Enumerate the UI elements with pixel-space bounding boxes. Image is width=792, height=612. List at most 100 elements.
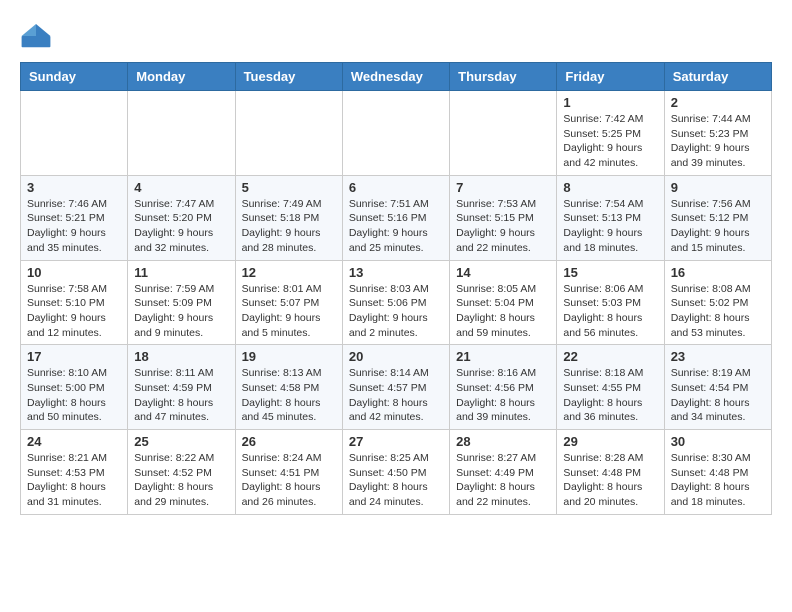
calendar-week: 10 Sunrise: 7:58 AM Sunset: 5:10 PM Dayli… xyxy=(21,260,772,345)
day-number: 10 xyxy=(27,265,121,280)
calendar-cell: 12 Sunrise: 8:01 AM Sunset: 5:07 PM Dayli… xyxy=(235,260,342,345)
calendar-cell: 13 Sunrise: 8:03 AM Sunset: 5:06 PM Dayli… xyxy=(342,260,449,345)
calendar-cell: 10 Sunrise: 7:58 AM Sunset: 5:10 PM Dayli… xyxy=(21,260,128,345)
day-number: 19 xyxy=(242,349,336,364)
calendar-cell: 29 Sunrise: 8:28 AM Sunset: 4:48 PM Dayli… xyxy=(557,430,664,515)
calendar-cell: 9 Sunrise: 7:56 AM Sunset: 5:12 PM Daylig… xyxy=(664,175,771,260)
day-info: Sunrise: 8:10 AM Sunset: 5:00 PM Dayligh… xyxy=(27,366,121,425)
header-day: Saturday xyxy=(664,63,771,91)
header-day: Wednesday xyxy=(342,63,449,91)
day-info: Sunrise: 7:47 AM Sunset: 5:20 PM Dayligh… xyxy=(134,197,228,256)
calendar-week: 3Sunrise: 7:46 AM Sunset: 5:21 PM Daylig… xyxy=(21,175,772,260)
day-info: Sunrise: 8:25 AM Sunset: 4:50 PM Dayligh… xyxy=(349,451,443,510)
calendar-header: SundayMondayTuesdayWednesdayThursdayFrid… xyxy=(21,63,772,91)
day-info: Sunrise: 8:18 AM Sunset: 4:55 PM Dayligh… xyxy=(563,366,657,425)
calendar-cell: 27 Sunrise: 8:25 AM Sunset: 4:50 PM Dayli… xyxy=(342,430,449,515)
calendar-cell: 3Sunrise: 7:46 AM Sunset: 5:21 PM Daylig… xyxy=(21,175,128,260)
calendar-cell: 6Sunrise: 7:51 AM Sunset: 5:16 PM Daylig… xyxy=(342,175,449,260)
day-info: Sunrise: 8:13 AM Sunset: 4:58 PM Dayligh… xyxy=(242,366,336,425)
calendar-body: 1 Sunrise: 7:42 AM Sunset: 5:25 PM Daylig… xyxy=(21,91,772,515)
day-number: 24 xyxy=(27,434,121,449)
calendar-cell: 25 Sunrise: 8:22 AM Sunset: 4:52 PM Dayli… xyxy=(128,430,235,515)
calendar-cell: 8Sunrise: 7:54 AM Sunset: 5:13 PM Daylig… xyxy=(557,175,664,260)
day-number: 9 xyxy=(671,180,765,195)
day-number: 15 xyxy=(563,265,657,280)
calendar-cell xyxy=(450,91,557,176)
calendar-cell: 11Sunrise: 7:59 AM Sunset: 5:09 PM Dayli… xyxy=(128,260,235,345)
day-info: Sunrise: 8:05 AM Sunset: 5:04 PM Dayligh… xyxy=(456,282,550,341)
day-number: 29 xyxy=(563,434,657,449)
day-info: Sunrise: 8:06 AM Sunset: 5:03 PM Dayligh… xyxy=(563,282,657,341)
day-number: 13 xyxy=(349,265,443,280)
day-info: Sunrise: 8:28 AM Sunset: 4:48 PM Dayligh… xyxy=(563,451,657,510)
calendar-cell: 2 Sunrise: 7:44 AM Sunset: 5:23 PM Daylig… xyxy=(664,91,771,176)
calendar-cell: 16 Sunrise: 8:08 AM Sunset: 5:02 PM Dayli… xyxy=(664,260,771,345)
calendar-cell xyxy=(128,91,235,176)
day-info: Sunrise: 7:42 AM Sunset: 5:25 PM Dayligh… xyxy=(563,112,657,171)
day-info: Sunrise: 7:59 AM Sunset: 5:09 PM Dayligh… xyxy=(134,282,228,341)
calendar-cell: 28 Sunrise: 8:27 AM Sunset: 4:49 PM Dayli… xyxy=(450,430,557,515)
calendar-cell: 5Sunrise: 7:49 AM Sunset: 5:18 PM Daylig… xyxy=(235,175,342,260)
day-number: 12 xyxy=(242,265,336,280)
day-number: 25 xyxy=(134,434,228,449)
calendar-cell: 18 Sunrise: 8:11 AM Sunset: 4:59 PM Dayli… xyxy=(128,345,235,430)
calendar-cell xyxy=(235,91,342,176)
header-day: Monday xyxy=(128,63,235,91)
day-info: Sunrise: 7:46 AM Sunset: 5:21 PM Dayligh… xyxy=(27,197,121,256)
calendar-cell: 1 Sunrise: 7:42 AM Sunset: 5:25 PM Daylig… xyxy=(557,91,664,176)
day-number: 26 xyxy=(242,434,336,449)
calendar-cell: 17 Sunrise: 8:10 AM Sunset: 5:00 PM Dayli… xyxy=(21,345,128,430)
day-number: 2 xyxy=(671,95,765,110)
day-number: 17 xyxy=(27,349,121,364)
calendar-cell: 30 Sunrise: 8:30 AM Sunset: 4:48 PM Dayli… xyxy=(664,430,771,515)
day-info: Sunrise: 7:56 AM Sunset: 5:12 PM Dayligh… xyxy=(671,197,765,256)
day-info: Sunrise: 8:03 AM Sunset: 5:06 PM Dayligh… xyxy=(349,282,443,341)
day-number: 6 xyxy=(349,180,443,195)
calendar-cell: 14Sunrise: 8:05 AM Sunset: 5:04 PM Dayli… xyxy=(450,260,557,345)
calendar-cell xyxy=(21,91,128,176)
day-info: Sunrise: 8:24 AM Sunset: 4:51 PM Dayligh… xyxy=(242,451,336,510)
calendar-cell: 21Sunrise: 8:16 AM Sunset: 4:56 PM Dayli… xyxy=(450,345,557,430)
header-day: Tuesday xyxy=(235,63,342,91)
day-info: Sunrise: 7:49 AM Sunset: 5:18 PM Dayligh… xyxy=(242,197,336,256)
header-day: Sunday xyxy=(21,63,128,91)
calendar-cell: 24Sunrise: 8:21 AM Sunset: 4:53 PM Dayli… xyxy=(21,430,128,515)
logo xyxy=(20,20,58,52)
page-header xyxy=(20,20,772,52)
day-number: 30 xyxy=(671,434,765,449)
calendar-cell: 26 Sunrise: 8:24 AM Sunset: 4:51 PM Dayli… xyxy=(235,430,342,515)
day-info: Sunrise: 7:44 AM Sunset: 5:23 PM Dayligh… xyxy=(671,112,765,171)
day-info: Sunrise: 8:11 AM Sunset: 4:59 PM Dayligh… xyxy=(134,366,228,425)
calendar-week: 1 Sunrise: 7:42 AM Sunset: 5:25 PM Daylig… xyxy=(21,91,772,176)
calendar-cell: 22Sunrise: 8:18 AM Sunset: 4:55 PM Dayli… xyxy=(557,345,664,430)
calendar-table: SundayMondayTuesdayWednesdayThursdayFrid… xyxy=(20,62,772,515)
day-number: 1 xyxy=(563,95,657,110)
day-info: Sunrise: 8:22 AM Sunset: 4:52 PM Dayligh… xyxy=(134,451,228,510)
day-number: 23 xyxy=(671,349,765,364)
day-info: Sunrise: 7:58 AM Sunset: 5:10 PM Dayligh… xyxy=(27,282,121,341)
header-day: Thursday xyxy=(450,63,557,91)
header-row: SundayMondayTuesdayWednesdayThursdayFrid… xyxy=(21,63,772,91)
day-number: 16 xyxy=(671,265,765,280)
day-number: 18 xyxy=(134,349,228,364)
day-info: Sunrise: 8:30 AM Sunset: 4:48 PM Dayligh… xyxy=(671,451,765,510)
calendar-cell: 19 Sunrise: 8:13 AM Sunset: 4:58 PM Dayli… xyxy=(235,345,342,430)
logo-icon xyxy=(20,20,52,52)
calendar-cell: 4 Sunrise: 7:47 AM Sunset: 5:20 PM Daylig… xyxy=(128,175,235,260)
day-info: Sunrise: 7:54 AM Sunset: 5:13 PM Dayligh… xyxy=(563,197,657,256)
calendar-cell: 23 Sunrise: 8:19 AM Sunset: 4:54 PM Dayli… xyxy=(664,345,771,430)
day-number: 21 xyxy=(456,349,550,364)
day-number: 27 xyxy=(349,434,443,449)
header-day: Friday xyxy=(557,63,664,91)
day-info: Sunrise: 7:53 AM Sunset: 5:15 PM Dayligh… xyxy=(456,197,550,256)
day-info: Sunrise: 8:01 AM Sunset: 5:07 PM Dayligh… xyxy=(242,282,336,341)
day-info: Sunrise: 8:08 AM Sunset: 5:02 PM Dayligh… xyxy=(671,282,765,341)
day-info: Sunrise: 8:27 AM Sunset: 4:49 PM Dayligh… xyxy=(456,451,550,510)
day-info: Sunrise: 8:19 AM Sunset: 4:54 PM Dayligh… xyxy=(671,366,765,425)
day-number: 7 xyxy=(456,180,550,195)
day-number: 28 xyxy=(456,434,550,449)
day-info: Sunrise: 8:14 AM Sunset: 4:57 PM Dayligh… xyxy=(349,366,443,425)
day-number: 4 xyxy=(134,180,228,195)
calendar-week: 24Sunrise: 8:21 AM Sunset: 4:53 PM Dayli… xyxy=(21,430,772,515)
calendar-cell: 20Sunrise: 8:14 AM Sunset: 4:57 PM Dayli… xyxy=(342,345,449,430)
